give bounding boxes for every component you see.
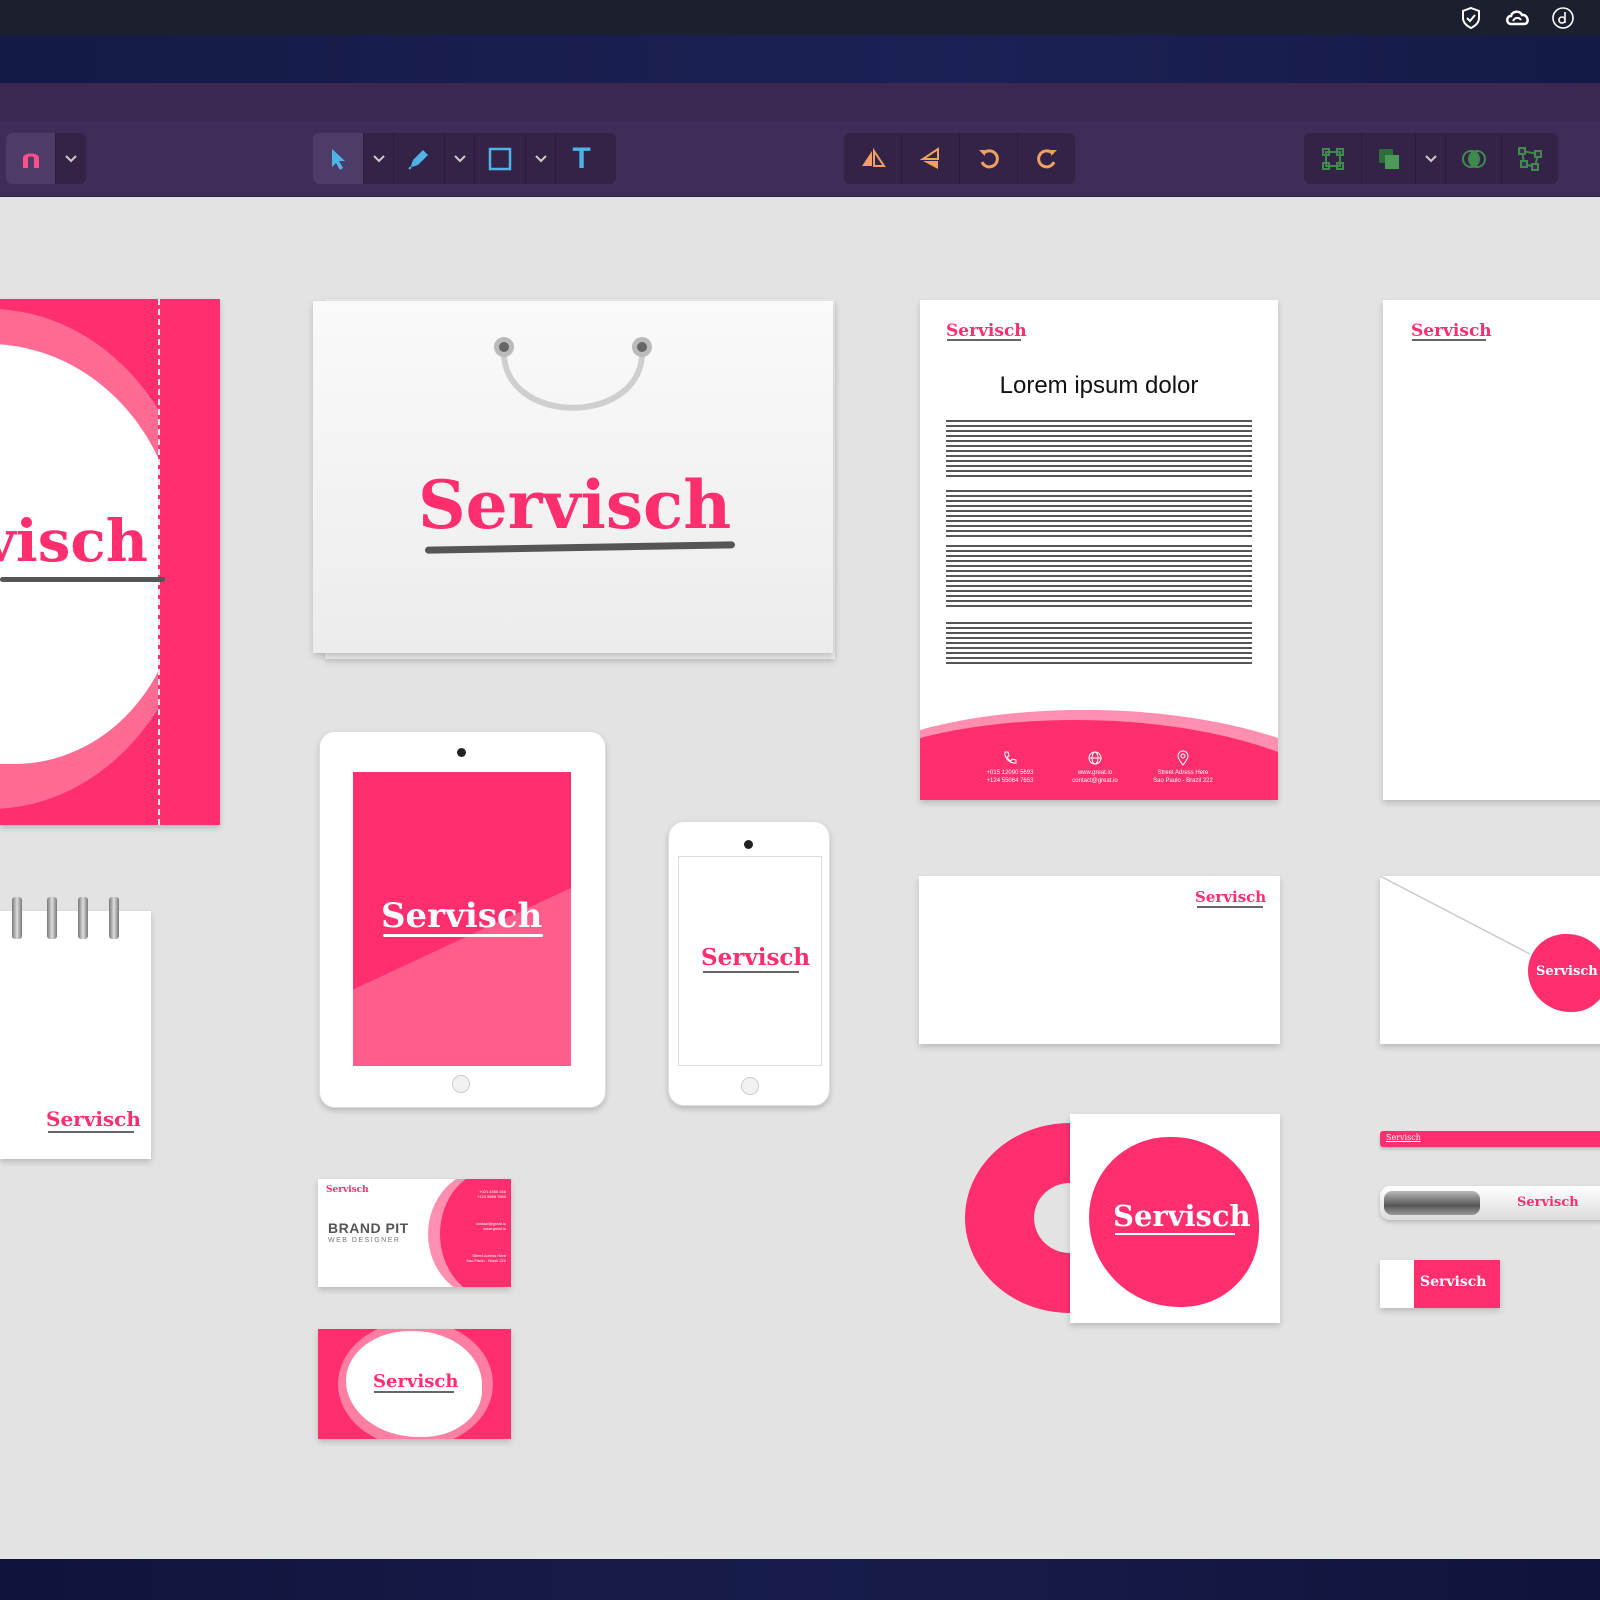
flip-horizontal-icon: [861, 147, 886, 167]
phone-icon: [1004, 751, 1017, 764]
snapping-button[interactable]: [6, 133, 57, 184]
card-role: WEB DESIGNER: [328, 1237, 401, 1244]
pointer-tool-button[interactable]: [313, 133, 364, 184]
letterhead-mockup[interactable]: Servisch Lorem ipsum dolor +015 12090 56…: [920, 300, 1278, 800]
card-contacts: +021 4566 456 +124 5566 7653 contact@gre…: [466, 1189, 506, 1263]
chevron-down-icon: [1424, 154, 1437, 162]
node-button[interactable]: [1502, 133, 1558, 184]
globe-icon: [1088, 751, 1102, 765]
text-icon: T: [572, 141, 591, 175]
notepad-ring: [78, 897, 88, 939]
rotate-left-icon: [978, 148, 999, 168]
draw-tools-group: T: [313, 133, 616, 184]
letterhead-contact-address: Street Adress Here Sao Paulo - Brazil 22…: [1138, 750, 1228, 785]
boolean-icon: [1461, 149, 1486, 168]
bag-handle: [494, 337, 652, 411]
notepad-ring: [47, 897, 57, 939]
letterhead-logo: Servisch: [946, 321, 1027, 341]
rotate-right-icon: [1036, 148, 1057, 168]
pin-icon: [1177, 750, 1189, 766]
phone-screen: Servisch: [678, 856, 822, 1066]
letterhead-title: Lorem ipsum dolor: [999, 372, 1199, 399]
business-card-back[interactable]: Servisch: [318, 1329, 511, 1439]
bag-logo: Servisch: [418, 466, 732, 544]
arrange-group: [1304, 133, 1558, 184]
main-toolbar: T: [0, 121, 1600, 197]
magnet-icon: [22, 153, 39, 168]
system-top-bar: [0, 0, 1600, 35]
notepad-mockup[interactable]: Servisch: [0, 911, 151, 1159]
letterhead-contact-phone: +015 12090 5693 +124 55064 7653: [970, 750, 1050, 785]
rectangle-dropdown[interactable]: [526, 133, 556, 184]
phone-mockup[interactable]: Servisch: [668, 821, 830, 1106]
shopping-bag-mockup[interactable]: Servisch: [313, 301, 833, 653]
tablet-screen: Servisch: [353, 772, 571, 1066]
node-icon: [1518, 146, 1542, 171]
tablet-logo: Servisch: [381, 896, 543, 936]
rectangle-icon: [488, 147, 512, 170]
bottom-bar: [0, 1559, 1600, 1600]
pen-tool-button[interactable]: [394, 133, 445, 184]
chevron-down-icon: [534, 154, 547, 162]
letterhead-contact-web: www.great.io contact@great.io: [1055, 750, 1135, 785]
snapping-dropdown[interactable]: [56, 133, 86, 184]
snapping-group: [6, 133, 86, 184]
menu-strip: [0, 83, 1600, 121]
card-name: BRAND PIT: [328, 1220, 409, 1236]
tablet-mockup[interactable]: Servisch: [319, 731, 606, 1108]
chevron-down-icon: [372, 154, 385, 162]
check-shield-icon[interactable]: [1458, 5, 1484, 31]
notepad-ring: [12, 897, 22, 939]
envelope-logo: Servisch: [1195, 888, 1267, 906]
pen-icon: [408, 149, 428, 170]
pen-mockup[interactable]: Servisch: [1380, 1186, 1600, 1220]
pointer-dropdown[interactable]: [364, 133, 394, 184]
flip-vertical-button[interactable]: [902, 133, 960, 184]
pencil-mockup[interactable]: Servisch: [1380, 1131, 1600, 1147]
flip-horizontal-button[interactable]: [844, 133, 902, 184]
pen-dropdown[interactable]: [445, 133, 475, 184]
envelope-front[interactable]: Servisch: [919, 876, 1280, 1044]
layers-icon: [1378, 148, 1399, 169]
cd-sleeve[interactable]: Servisch: [1070, 1114, 1280, 1323]
transform-box-icon: [1321, 147, 1344, 170]
notepad-logo: Servisch: [46, 1107, 141, 1131]
d-icon[interactable]: [1550, 5, 1576, 31]
title-bar: [0, 35, 1600, 83]
transform-box-button[interactable]: [1304, 133, 1362, 184]
chevron-down-icon: [65, 154, 77, 162]
rotate-right-button[interactable]: [1018, 133, 1075, 184]
rectangle-tool-button[interactable]: [475, 133, 526, 184]
second-page-logo: Servisch: [1411, 321, 1492, 341]
eraser-mockup[interactable]: Servisch: [1380, 1260, 1500, 1308]
text-tool-button[interactable]: T: [556, 133, 607, 184]
layers-button[interactable]: [1362, 133, 1416, 184]
folder-logo: visch: [0, 507, 148, 575]
envelope-back[interactable]: Servisch: [1380, 876, 1600, 1044]
notepad-ring: [109, 897, 119, 939]
business-card-front[interactable]: Servisch BRAND PIT WEB DESIGNER +021 456…: [318, 1179, 511, 1287]
boolean-button[interactable]: [1446, 133, 1502, 184]
phone-logo: Servisch: [701, 944, 811, 971]
rotate-left-button[interactable]: [960, 133, 1018, 184]
flip-vertical-icon: [919, 146, 939, 169]
chevron-down-icon: [453, 154, 466, 162]
design-canvas[interactable]: visch Servisch Servisch Servisch Servisc…: [0, 197, 1600, 1559]
letterhead-second-page[interactable]: Servisch: [1383, 300, 1600, 800]
layers-dropdown[interactable]: [1416, 133, 1446, 184]
pointer-icon: [332, 148, 345, 170]
folder-mockup[interactable]: visch: [0, 299, 220, 825]
transform-group: [844, 133, 1075, 184]
creative-cloud-icon[interactable]: [1503, 5, 1529, 31]
